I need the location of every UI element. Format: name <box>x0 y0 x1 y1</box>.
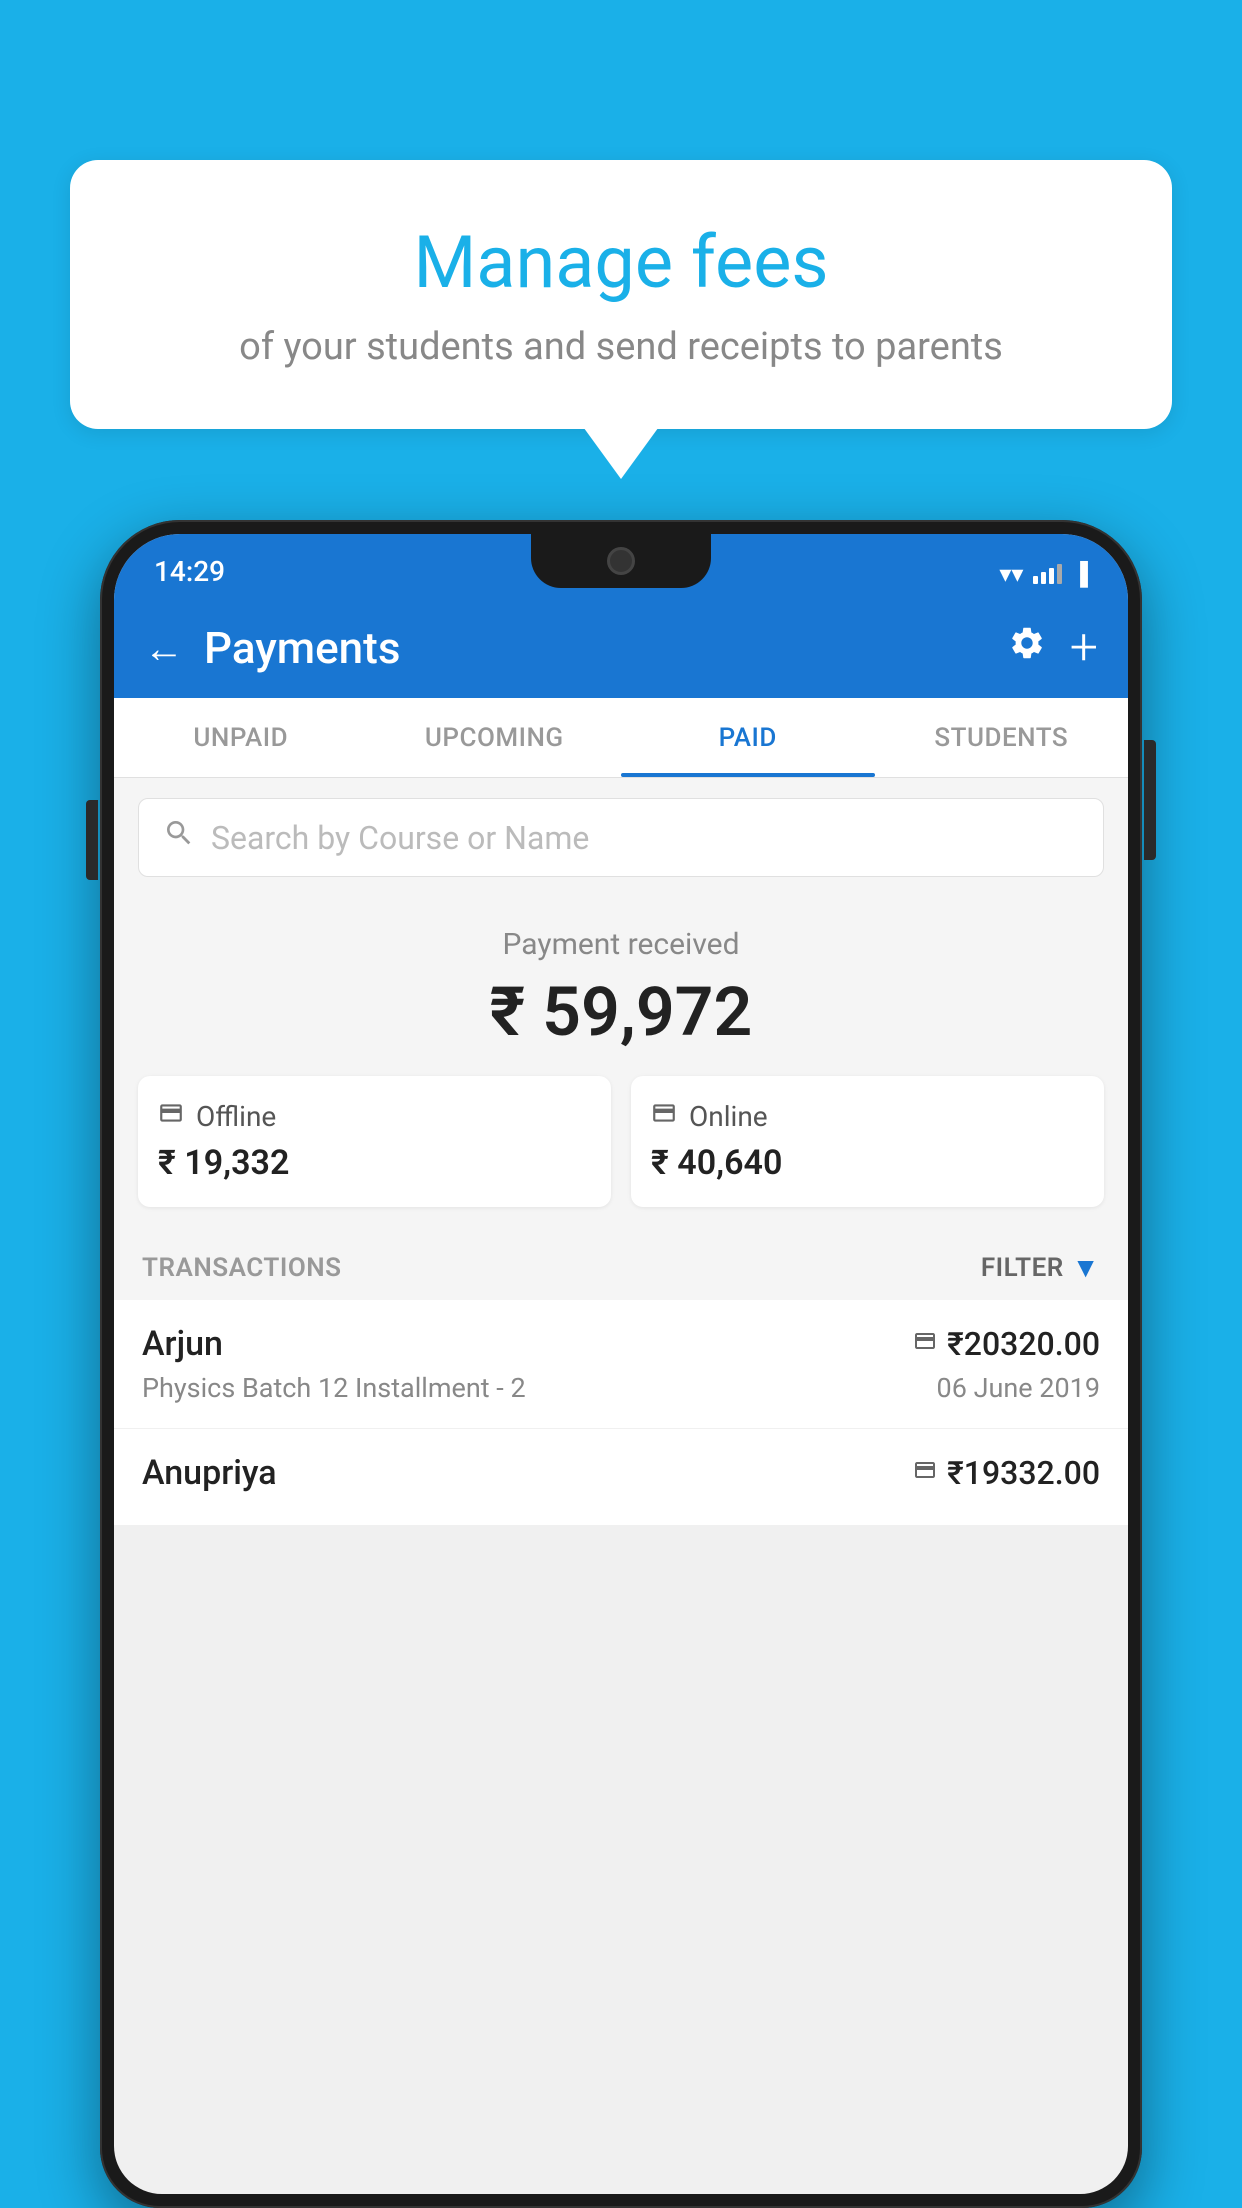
table-row[interactable]: Anupriya ₹19332.00 <box>114 1429 1128 1526</box>
transactions-header: TRANSACTIONS FILTER ▼ <box>114 1227 1128 1300</box>
online-icon <box>651 1100 677 1133</box>
phone-inner: 14:29 ▾▾ ▐ ← Payment <box>114 534 1128 2194</box>
signal-bar-2 <box>1041 572 1046 584</box>
tabs-bar: UNPAID UPCOMING PAID STUDENTS <box>114 698 1128 778</box>
transaction-method-icon-1 <box>913 1329 937 1360</box>
transaction-amount-row-1: ₹20320.00 <box>913 1325 1100 1363</box>
transactions-list: Arjun ₹20320.00 Physi <box>114 1300 1128 1526</box>
tab-unpaid[interactable]: UNPAID <box>114 698 368 777</box>
signal-bar-3 <box>1049 568 1054 584</box>
search-placeholder: Search by Course or Name <box>211 819 589 857</box>
filter-button[interactable]: FILTER ▼ <box>981 1251 1100 1284</box>
offline-amount: ₹ 19,332 <box>158 1143 591 1183</box>
offline-card-header: Offline <box>158 1100 591 1133</box>
filter-label: FILTER <box>981 1253 1064 1283</box>
header-icons: + <box>1008 619 1098 677</box>
online-card: Online ₹ 40,640 <box>631 1076 1104 1207</box>
add-button[interactable]: + <box>1070 619 1098 677</box>
signal-bar-4 <box>1057 564 1062 584</box>
app-header: ← Payments + <box>114 598 1128 698</box>
phone-outer: 14:29 ▾▾ ▐ ← Payment <box>100 520 1142 2208</box>
status-icons: ▾▾ ▐ <box>999 560 1088 588</box>
phone-notch <box>531 534 711 588</box>
offline-card: Offline ₹ 19,332 <box>138 1076 611 1207</box>
tab-paid[interactable]: PAID <box>621 698 875 777</box>
payment-cards: Offline ₹ 19,332 Onli <box>138 1076 1104 1207</box>
front-camera <box>607 547 635 575</box>
page-title: Payments <box>204 622 1008 674</box>
phone-frame: 14:29 ▾▾ ▐ ← Payment <box>100 520 1142 2208</box>
transaction-top-1: Arjun ₹20320.00 <box>142 1324 1100 1364</box>
tab-upcoming[interactable]: UPCOMING <box>368 698 622 777</box>
search-icon <box>163 817 195 858</box>
transaction-bottom-1: Physics Batch 12 Installment - 2 06 June… <box>142 1372 1100 1404</box>
search-box[interactable]: Search by Course or Name <box>138 798 1104 877</box>
speech-bubble-container: Manage fees of your students and send re… <box>70 160 1172 429</box>
transaction-name-2: Anupriya <box>142 1453 277 1493</box>
search-container: Search by Course or Name <box>114 778 1128 897</box>
tab-students[interactable]: STUDENTS <box>875 698 1129 777</box>
transactions-label: TRANSACTIONS <box>142 1253 342 1283</box>
online-amount: ₹ 40,640 <box>651 1143 1084 1183</box>
speech-bubble: Manage fees of your students and send re… <box>70 160 1172 429</box>
payment-total-amount: ₹ 59,972 <box>138 972 1104 1052</box>
transaction-date-1: 06 June 2019 <box>937 1372 1100 1404</box>
transaction-name-1: Arjun <box>142 1324 223 1364</box>
online-label: Online <box>689 1100 768 1133</box>
payment-received-label: Payment received <box>138 927 1104 962</box>
settings-button[interactable] <box>1008 624 1046 672</box>
table-row[interactable]: Arjun ₹20320.00 Physi <box>114 1300 1128 1429</box>
signal-bars <box>1033 564 1062 584</box>
battery-icon: ▐ <box>1072 561 1088 587</box>
transaction-amount-1: ₹20320.00 <box>947 1325 1100 1363</box>
transaction-top-2: Anupriya ₹19332.00 <box>142 1453 1100 1493</box>
filter-icon: ▼ <box>1072 1251 1100 1284</box>
offline-label: Offline <box>196 1100 276 1133</box>
transaction-amount-2: ₹19332.00 <box>947 1454 1100 1492</box>
payment-received-section: Payment received ₹ 59,972 Offline <box>114 897 1128 1227</box>
online-card-header: Online <box>651 1100 1084 1133</box>
back-button[interactable]: ← <box>144 625 184 672</box>
transaction-method-icon-2 <box>913 1458 937 1489</box>
status-time: 14:29 <box>154 555 225 588</box>
offline-icon <box>158 1100 184 1133</box>
wifi-icon: ▾▾ <box>999 560 1023 588</box>
transaction-amount-row-2: ₹19332.00 <box>913 1454 1100 1492</box>
bubble-title: Manage fees <box>150 220 1092 305</box>
signal-bar-1 <box>1033 576 1038 584</box>
bubble-subtitle: of your students and send receipts to pa… <box>150 325 1092 369</box>
transaction-course-1: Physics Batch 12 Installment - 2 <box>142 1372 526 1404</box>
